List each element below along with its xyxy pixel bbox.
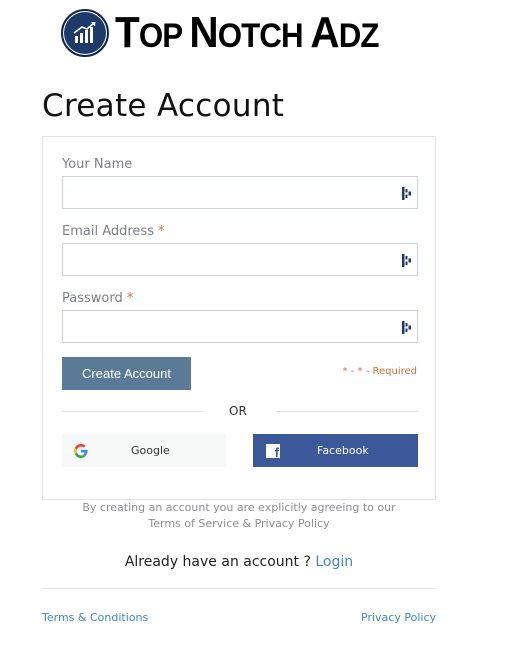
- agreement-text: By creating an account you are explicitl…: [82, 501, 396, 530]
- login-prompt: Already have an account ? Login: [124, 554, 354, 570]
- password-manager-icon[interactable]: [402, 254, 412, 267]
- brand-logo[interactable]: TOP NOTCH ADZ: [61, 8, 402, 58]
- required-note: * - * - Required: [342, 366, 417, 377]
- email-label: Email Address *: [62, 224, 165, 239]
- footer-divider: [42, 588, 436, 589]
- password-manager-icon[interactable]: [402, 187, 412, 200]
- facebook-label: Facebook: [317, 444, 369, 457]
- email-field-wrapper: [62, 243, 418, 276]
- facebook-signin-button[interactable]: f Facebook: [253, 434, 418, 467]
- login-link[interactable]: Login: [315, 554, 353, 570]
- or-label: OR: [229, 404, 247, 418]
- or-divider-left: [62, 411, 203, 412]
- privacy-policy-link[interactable]: Privacy Policy: [361, 611, 436, 624]
- terms-conditions-link[interactable]: Terms & Conditions: [42, 611, 148, 624]
- name-input[interactable]: [63, 177, 417, 208]
- google-icon: [74, 443, 88, 458]
- name-label: Your Name: [62, 157, 133, 172]
- page-title: Create Account: [42, 88, 285, 124]
- password-input[interactable]: [63, 311, 417, 342]
- name-field-wrapper: [62, 176, 418, 209]
- google-label: Google: [131, 444, 170, 457]
- password-manager-icon[interactable]: [402, 321, 412, 334]
- facebook-icon: f: [266, 443, 280, 459]
- password-label: Password *: [62, 291, 134, 306]
- password-field-wrapper: [62, 310, 418, 343]
- signup-form-card: Your Name Email Address * Password * Cre…: [42, 136, 436, 500]
- create-account-button[interactable]: Create Account: [62, 357, 191, 390]
- google-signin-button[interactable]: Google: [62, 434, 226, 467]
- brand-name: TOP NOTCH ADZ: [115, 8, 380, 57]
- or-divider-right: [276, 411, 418, 412]
- email-input[interactable]: [63, 244, 417, 275]
- chart-badge-icon: [61, 9, 109, 57]
